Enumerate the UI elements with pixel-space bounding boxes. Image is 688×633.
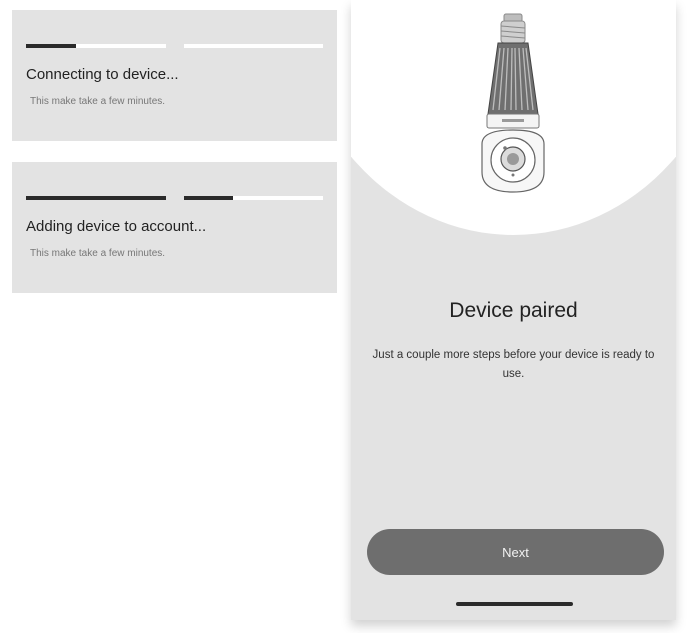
status-card-adding: Adding device to account... This make ta…: [12, 162, 337, 293]
progress-bars: [26, 196, 323, 200]
status-card-connecting: Connecting to device... This make take a…: [12, 10, 337, 141]
progress-fill: [26, 44, 77, 48]
card-title: Connecting to device...: [26, 66, 179, 83]
home-indicator[interactable]: [456, 602, 573, 606]
progress-segment-1: [26, 44, 166, 48]
progress-segment-1: [26, 196, 166, 200]
page-title: Device paired: [449, 299, 578, 322]
progress-segment-2: [184, 44, 323, 48]
progress-bars: [26, 44, 323, 48]
device-paired-screen: Device paired Just a couple more steps b…: [351, 0, 676, 620]
description-text: Just a couple more steps before your dev…: [372, 349, 655, 380]
progress-fill: [184, 196, 233, 200]
progress-fill: [26, 196, 166, 200]
camera-bulb-icon: [481, 13, 545, 193]
progress-segment-2: [184, 196, 323, 200]
card-subtitle: This make take a few minutes.: [30, 248, 166, 259]
card-title: Adding device to account...: [26, 218, 207, 235]
next-button[interactable]: Next: [367, 529, 664, 575]
card-subtitle: This make take a few minutes.: [30, 96, 166, 107]
